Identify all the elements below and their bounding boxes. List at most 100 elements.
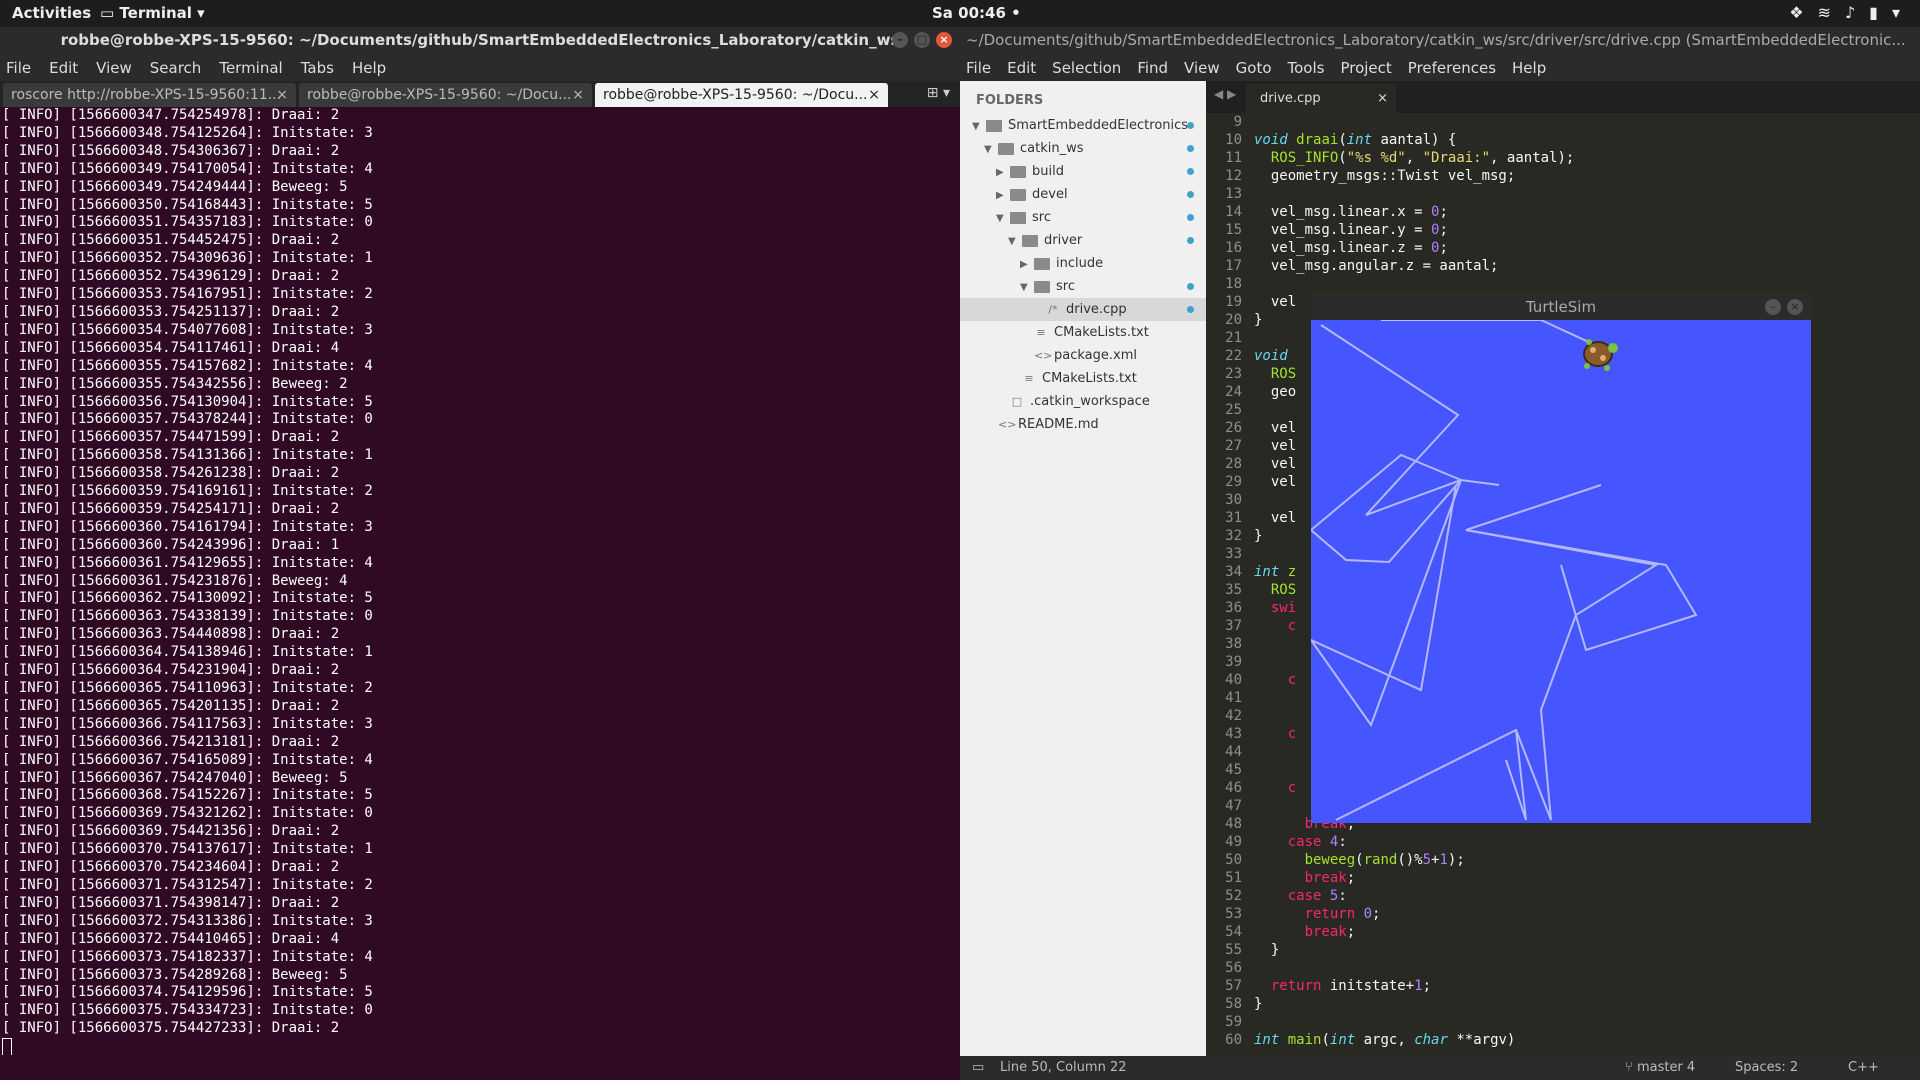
git-status-dot-icon [1187, 191, 1194, 198]
code-line: 16 vel_msg.linear.z = 0; [1206, 239, 1920, 257]
editor-menu-project[interactable]: Project [1340, 59, 1391, 77]
terminal-tab-1[interactable]: roscore http://robbe-XPS-15-9560:11... × [3, 83, 296, 107]
app-menu[interactable]: ▭ Terminal ▾ [100, 4, 205, 22]
tree-folder[interactable]: ▼ SmartEmbeddedElectronics [960, 114, 1206, 137]
tree-folder[interactable]: ▼ driver [960, 229, 1206, 252]
folder-sidebar: FOLDERS ▼ SmartEmbeddedElectronics ▼ catkin… [960, 81, 1206, 1056]
editor-menu-find[interactable]: Find [1137, 59, 1168, 77]
tree-file[interactable]: <> package.xml [960, 344, 1206, 367]
terminal-line: [ INFO] [1566600363.754440898]: Draai: 2 [2, 626, 340, 643]
turtlesim-titlebar: TurtleSim – × [1311, 294, 1811, 320]
minimap[interactable] [1838, 113, 1908, 313]
chevron-down-icon[interactable]: ▼ [996, 207, 1010, 230]
code-line: 9 [1206, 113, 1920, 131]
tree-folder[interactable]: ▼ catkin_ws [960, 137, 1206, 160]
line-number: 19 [1225, 294, 1242, 310]
tree-folder[interactable]: ▼ src [960, 275, 1206, 298]
terminal-line: [ INFO] [1566600350.754168443]: Initstat… [2, 196, 373, 213]
terminal-menu-file[interactable]: File [6, 59, 31, 77]
terminal-line: [ INFO] [1566600366.754213181]: Draai: 2 [2, 733, 340, 750]
chevron-down-icon[interactable]: ▼ [984, 138, 998, 161]
terminal-line: [ INFO] [1566600357.754471599]: Draai: 2 [2, 429, 340, 446]
tree-file[interactable]: □ .catkin_workspace [960, 390, 1206, 413]
git-branch[interactable]: ⑂ master 4 [1625, 1056, 1695, 1080]
system-tray[interactable]: ❖ ≋ ♪ ▮ ▾ [1789, 3, 1900, 22]
editor-menu-file[interactable]: File [966, 59, 991, 77]
indentation-setting[interactable]: Spaces: 2 [1735, 1056, 1798, 1080]
close-tab-icon[interactable]: × [868, 83, 880, 107]
tree-item-label: src [1056, 279, 1075, 294]
terminal-menu-terminal[interactable]: Terminal [219, 59, 282, 77]
clock[interactable]: Sa 00:46 • [932, 4, 1021, 22]
syntax-setting[interactable]: C++ [1848, 1056, 1879, 1080]
editor-menu-preferences[interactable]: Preferences [1408, 59, 1496, 77]
battery-icon[interactable]: ▮ [1869, 3, 1878, 22]
tab-nav-arrows-icon[interactable]: ◀ ▶ [1214, 87, 1236, 101]
turtle-trail [1465, 529, 1698, 652]
tab-drive-cpp[interactable]: drive.cpp × [1246, 84, 1396, 113]
tree-file[interactable]: ≡ CMakeLists.txt [960, 367, 1206, 390]
tree-item-label: build [1032, 164, 1064, 179]
code-line: 11 ROS_INFO("%s %d", "Draai:", aantal); [1206, 149, 1920, 167]
tree-file[interactable]: /* drive.cpp [960, 298, 1206, 321]
tree-folder[interactable]: ▶ devel [960, 183, 1206, 206]
tree-file[interactable]: ≡ CMakeLists.txt [960, 321, 1206, 344]
file-icon: /* [1048, 303, 1058, 316]
line-number: 37 [1225, 618, 1242, 634]
tree-folder[interactable]: ▼ src [960, 206, 1206, 229]
git-status-dot-icon [1187, 168, 1194, 175]
terminal-tab-2[interactable]: robbe@robbe-XPS-15-9560: ~/Docu... × [299, 83, 592, 107]
line-number: 28 [1225, 456, 1242, 472]
terminal-cursor [2, 1038, 12, 1055]
turtle-icon [1583, 339, 1618, 371]
terminal-menu-help[interactable]: Help [352, 59, 386, 77]
new-tab-icon[interactable]: ⊞ ▾ [927, 85, 950, 101]
tree-folder[interactable]: ▶ include [960, 252, 1206, 275]
terminal-output[interactable]: [ INFO] [1566600347.754254978]: Draai: 2… [0, 107, 960, 1055]
close-button[interactable]: × [936, 32, 952, 48]
wifi-icon[interactable]: ≋ [1818, 3, 1831, 22]
terminal-menu-tabs[interactable]: Tabs [301, 59, 334, 77]
line-number: 36 [1225, 600, 1242, 616]
code-line: 56 [1206, 959, 1920, 977]
editor-menubar: File Edit Selection Find View Goto Tools Projec… [960, 54, 1920, 81]
tree-item-label: include [1056, 256, 1104, 271]
turtlesim-close-button[interactable]: × [1787, 299, 1803, 315]
close-tab-icon[interactable]: × [276, 83, 288, 107]
minimize-button[interactable]: – [892, 32, 908, 48]
close-tab-icon[interactable]: × [1377, 84, 1388, 113]
editor-menu-help[interactable]: Help [1512, 59, 1546, 77]
terminal-tab-3[interactable]: robbe@robbe-XPS-15-9560: ~/Docu... × [595, 83, 888, 107]
volume-icon[interactable]: ♪ [1845, 3, 1855, 22]
editor-title: ~/Documents/github/SmartEmbeddedElectron… [966, 31, 1906, 49]
maximize-button[interactable]: □ [914, 32, 930, 48]
tree-file[interactable]: <> README.md [960, 413, 1206, 436]
folder-icon [1010, 165, 1026, 178]
terminal-menu-search[interactable]: Search [150, 59, 202, 77]
activities-button[interactable]: Activities [12, 4, 91, 22]
tree-folder[interactable]: ▶ build [960, 160, 1206, 183]
chevron-right-icon[interactable]: ▶ [1020, 253, 1034, 276]
terminal-line: [ INFO] [1566600373.754289268]: Beweeg: … [2, 966, 348, 983]
chevron-down-icon[interactable]: ▼ [1020, 276, 1034, 299]
editor-menu-goto[interactable]: Goto [1236, 59, 1272, 77]
panel-toggle-icon[interactable]: ▭ [972, 1056, 984, 1080]
chevron-down-icon[interactable]: ▼ [972, 115, 986, 138]
chevron-down-icon[interactable]: ▼ [1008, 230, 1022, 253]
line-number: 10 [1225, 132, 1242, 148]
chevron-right-icon[interactable]: ▶ [996, 184, 1010, 207]
terminal-menu-view[interactable]: View [96, 59, 132, 77]
terminal-menu-edit[interactable]: Edit [49, 59, 78, 77]
editor-menu-tools[interactable]: Tools [1288, 59, 1325, 77]
line-number: 39 [1225, 654, 1242, 670]
editor-menu-edit[interactable]: Edit [1007, 59, 1036, 77]
close-tab-icon[interactable]: × [572, 83, 584, 107]
chevron-right-icon[interactable]: ▶ [996, 161, 1010, 184]
editor-menu-selection[interactable]: Selection [1052, 59, 1121, 77]
code-line: 60 int main(int argc, char **argv) [1206, 1031, 1920, 1049]
turtlesim-minimize-button[interactable]: – [1765, 299, 1781, 315]
power-icon[interactable]: ▾ [1892, 3, 1900, 22]
editor-menu-view[interactable]: View [1184, 59, 1220, 77]
terminal-tab-label: roscore http://robbe-XPS-15-9560:11... [11, 87, 282, 103]
dropbox-icon[interactable]: ❖ [1789, 3, 1803, 22]
